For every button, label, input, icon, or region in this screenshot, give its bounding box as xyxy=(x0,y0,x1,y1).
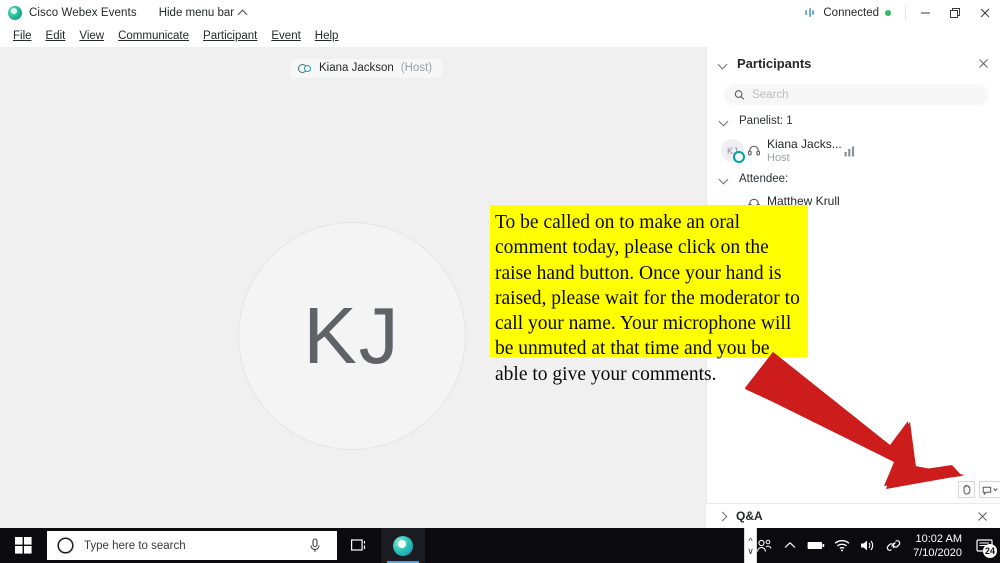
chevron-down-icon[interactable]: ∨ xyxy=(747,546,754,556)
taskbar-app-webex[interactable] xyxy=(381,528,425,563)
chevron-right-icon xyxy=(716,510,728,522)
taskbar-search-placeholder: Type here to search xyxy=(84,539,186,552)
search-icon xyxy=(734,89,745,100)
menu-label-participant: Participant xyxy=(203,30,258,42)
connection-strength-icon xyxy=(804,6,817,19)
system-tray: 10:02 AM 7/10/2020 24 xyxy=(751,528,1000,563)
webex-events-window: Cisco Webex Events Hide menu bar Connect… xyxy=(0,0,1000,563)
windows-start-icon xyxy=(14,537,32,554)
speaking-indicator xyxy=(733,151,745,163)
maximize-button[interactable] xyxy=(940,0,970,25)
close-icon xyxy=(980,8,990,17)
chevron-up-icon xyxy=(784,541,796,548)
chevron-down-icon xyxy=(718,173,730,185)
reaction-chevron-icon xyxy=(982,486,998,495)
raise-hand-button[interactable] xyxy=(958,481,975,498)
clock-time: 10:02 AM xyxy=(915,532,962,545)
wifi-icon[interactable] xyxy=(829,528,855,563)
menu-label-file: File xyxy=(13,30,32,42)
hide-menu-bar-toggle[interactable]: Hide menu bar xyxy=(159,7,247,19)
menu-label-edit: Edit xyxy=(45,30,66,42)
status-dot xyxy=(885,9,891,16)
active-speaker-name: Kiana Jackson xyxy=(319,62,394,74)
restore-icon xyxy=(950,7,960,18)
task-view-icon xyxy=(350,539,365,551)
participants-panel-header: Participants xyxy=(707,47,1000,80)
menu-item-event[interactable]: Event xyxy=(264,28,307,44)
task-view-button[interactable] xyxy=(337,528,381,563)
title-bar: Cisco Webex Events Hide menu bar Connect… xyxy=(0,0,1000,25)
video-participants-icon xyxy=(298,63,312,74)
taskbar-search[interactable]: Type here to search xyxy=(47,531,337,560)
active-speaker-role: (Host) xyxy=(400,62,433,74)
menu-item-help[interactable]: Help xyxy=(308,28,346,44)
menu-item-participant[interactable]: Participant xyxy=(196,28,264,44)
notification-count-badge: 24 xyxy=(983,544,997,558)
cortana-circle-icon xyxy=(57,537,74,554)
tray-overflow-button[interactable] xyxy=(777,528,803,563)
qa-panel-header[interactable]: Q&A xyxy=(706,503,1000,528)
app-title: Cisco Webex Events xyxy=(29,6,137,19)
menu-label-event: Event xyxy=(271,30,301,42)
windows-taskbar: Type here to search 10:02 AM 7/10/2020 2… xyxy=(0,528,1000,563)
raise-hand-icon xyxy=(963,484,970,495)
clock-date: 7/10/2020 xyxy=(913,546,962,559)
close-icon xyxy=(977,511,987,521)
menu-label-communicate: Communicate xyxy=(118,30,190,42)
participants-search[interactable] xyxy=(724,84,989,105)
reaction-dropdown-button[interactable] xyxy=(979,481,1000,498)
close-button[interactable] xyxy=(970,0,1000,25)
scroll-spinner[interactable]: ^ ∨ xyxy=(744,528,757,563)
menu-label-view: View xyxy=(79,30,105,42)
menu-item-view[interactable]: View xyxy=(72,28,111,44)
chevron-down-icon[interactable] xyxy=(717,58,729,70)
hide-menu-bar-label: Hide menu bar xyxy=(158,6,235,19)
group-header-panelist[interactable]: Panelist: 1 xyxy=(718,115,793,127)
battery-icon[interactable] xyxy=(803,528,829,563)
list-item[interactable]: KJ Kiana Jacks... Host xyxy=(718,136,998,166)
menu-label-help: Help xyxy=(314,30,339,42)
panel-footer-actions xyxy=(958,481,1000,498)
participants-close-button[interactable] xyxy=(975,56,991,72)
participants-panel-title: Participants xyxy=(737,56,812,71)
menu-item-edit[interactable]: Edit xyxy=(39,28,73,44)
start-button[interactable] xyxy=(0,528,46,563)
group-header-attendee[interactable]: Attendee: xyxy=(718,173,788,185)
qa-close-button[interactable] xyxy=(974,508,990,524)
minimize-button[interactable] xyxy=(910,0,940,25)
title-bar-right: Connected xyxy=(804,0,1000,25)
participant-name: Kiana Jacks... xyxy=(767,137,842,151)
webex-app-icon xyxy=(393,535,413,556)
close-icon xyxy=(978,59,988,68)
menu-item-communicate[interactable]: Communicate xyxy=(111,28,196,44)
connection-status[interactable]: Connected xyxy=(804,6,901,19)
menu-bar: File Edit View Communicate Participant E… xyxy=(0,25,1000,47)
group-label-attendee: Attendee: xyxy=(739,173,789,185)
connected-label: Connected xyxy=(823,6,879,19)
volume-icon[interactable] xyxy=(855,528,881,563)
taskbar-clock[interactable]: 10:02 AM 7/10/2020 xyxy=(907,532,970,560)
audio-level-icon xyxy=(844,146,855,157)
network-link-icon[interactable] xyxy=(881,528,907,563)
microphone-icon[interactable] xyxy=(309,538,321,553)
webex-logo-icon xyxy=(8,5,22,20)
chevron-up-icon xyxy=(239,9,247,17)
participant-role: Host xyxy=(767,152,790,164)
action-center-button[interactable]: 24 xyxy=(970,528,1000,563)
minimize-icon xyxy=(920,12,930,14)
avatar: KJ xyxy=(238,222,466,450)
search-input[interactable] xyxy=(752,88,979,101)
menu-item-file[interactable]: File xyxy=(6,28,39,44)
group-label-panelist: Panelist: 1 xyxy=(739,115,793,127)
avatar-initials: KJ xyxy=(303,291,401,380)
active-speaker-name-pill: Kiana Jackson (Host) xyxy=(290,59,443,78)
qa-panel-title: Q&A xyxy=(736,509,763,523)
divider xyxy=(905,5,906,20)
callout-annotation: To be called on to make an oral comment … xyxy=(490,205,808,385)
chevron-down-icon xyxy=(718,115,730,127)
headset-icon xyxy=(748,145,760,156)
chevron-up-icon[interactable]: ^ xyxy=(748,536,752,546)
